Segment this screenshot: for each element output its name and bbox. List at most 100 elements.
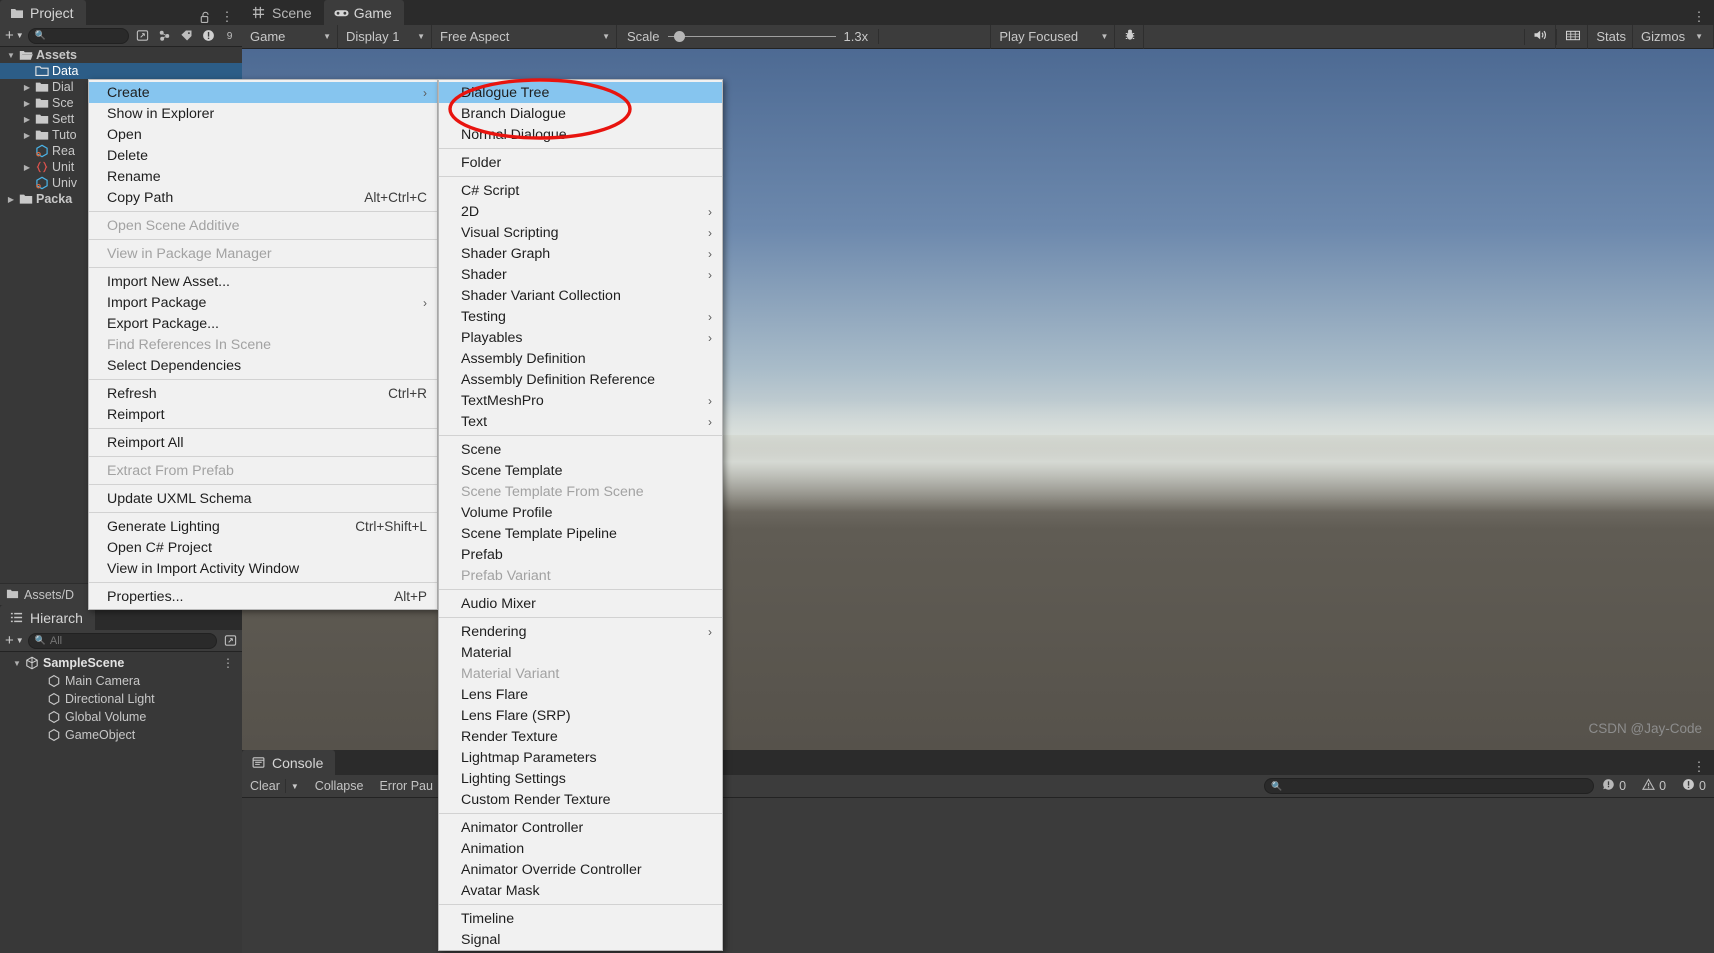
menu-item[interactable]: Normal Dialogue [439, 124, 722, 145]
menu-item[interactable]: Shader Graph › [439, 243, 722, 264]
menu-item[interactable]: Volume Profile [439, 502, 722, 523]
menu-item[interactable]: Delete [89, 145, 437, 166]
hierarchy-row[interactable]: ▶Main Camera [0, 672, 242, 690]
hierarchy-row[interactable]: ▶Directional Light [0, 690, 242, 708]
menu-item[interactable]: Assembly Definition [439, 348, 722, 369]
project-tree-row[interactable]: ▼ Assets [0, 47, 242, 63]
menu-item[interactable]: Avatar Mask [439, 880, 722, 901]
collapse-button[interactable]: Collapse [307, 775, 372, 798]
error-count[interactable]: 0 [1674, 775, 1714, 798]
warning-count[interactable]: 0 [1634, 775, 1674, 798]
menu-item[interactable]: Open [89, 124, 437, 145]
scale-slider[interactable] [667, 30, 836, 44]
debug-button[interactable] [1115, 24, 1145, 49]
play-mode-dropdown[interactable]: Play Focused ▼ [990, 24, 1116, 49]
menu-item[interactable]: Text › [439, 411, 722, 432]
menu-item[interactable]: Shader Variant Collection [439, 285, 722, 306]
target-display-dropdown[interactable]: Game ▼ [242, 24, 338, 49]
menu-item[interactable]: Playables › [439, 327, 722, 348]
chevron-right-icon[interactable]: ▶ [4, 195, 18, 204]
scale-control[interactable]: Scale 1.3x [617, 29, 880, 44]
menu-item[interactable]: View in Import Activity Window [89, 558, 437, 579]
mute-audio-button[interactable] [1525, 24, 1557, 49]
hierarchy-row[interactable]: ▼ SampleScene ⋮ [0, 654, 242, 672]
menu-item[interactable]: Show in Explorer [89, 103, 437, 124]
menu-item[interactable]: Folder [439, 152, 722, 173]
hierarchy-row[interactable]: ▶Global Volume [0, 708, 242, 726]
hierarchy-row[interactable]: ▶GameObject [0, 726, 242, 744]
menu-item[interactable]: Shader › [439, 264, 722, 285]
menu-item[interactable]: Reimport [89, 404, 437, 425]
menu-item[interactable]: Generate Lighting Ctrl+Shift+L [89, 516, 437, 537]
favorites-icon[interactable] [155, 27, 173, 45]
menu-item[interactable]: Scene [439, 439, 722, 460]
menu-item[interactable]: Scene Template [439, 460, 722, 481]
menu-item[interactable]: Select Dependencies [89, 355, 437, 376]
clear-button[interactable]: Clear ▼ [242, 775, 307, 798]
more-vertical-icon[interactable]: ⋮ [1692, 9, 1706, 25]
display-dropdown[interactable]: Display 1 ▼ [338, 24, 432, 49]
chevron-right-icon[interactable]: ▶ [20, 163, 34, 172]
error-pause-button[interactable]: Error Pau [371, 775, 441, 798]
menu-item[interactable]: Copy Path Alt+Ctrl+C [89, 187, 437, 208]
project-context-menu[interactable]: Create › Show in Explorer Open Delete Rename C… [88, 79, 438, 610]
more-vertical-icon[interactable]: ⋮ [220, 9, 234, 25]
stats-grid-button[interactable] [1557, 24, 1589, 49]
project-search-input[interactable] [49, 29, 122, 42]
menu-item[interactable]: Visual Scripting › [439, 222, 722, 243]
menu-item[interactable]: Dialogue Tree [439, 82, 722, 103]
hierarchy-search-input[interactable] [49, 634, 210, 647]
tab-scene[interactable]: Scene [242, 0, 324, 25]
menu-item[interactable]: Open C# Project [89, 537, 437, 558]
menu-item[interactable]: Custom Render Texture [439, 789, 722, 810]
menu-item[interactable]: Audio Mixer [439, 593, 722, 614]
gizmos-button[interactable]: Gizmos ▼ [1633, 24, 1714, 49]
more-vertical-icon[interactable]: ⋮ [222, 656, 242, 670]
menu-item[interactable]: Assembly Definition Reference [439, 369, 722, 390]
search-by-type-icon[interactable] [221, 632, 239, 650]
menu-item[interactable]: Lens Flare (SRP) [439, 705, 722, 726]
search-by-type-icon[interactable] [133, 27, 151, 45]
create-asset-button[interactable]: + ▼ [3, 27, 24, 44]
chevron-right-icon[interactable]: ▶ [20, 99, 34, 108]
lock-open-icon[interactable] [198, 9, 212, 25]
tab-project[interactable]: Project [0, 0, 86, 25]
menu-item[interactable]: Refresh Ctrl+R [89, 383, 437, 404]
menu-item[interactable]: Import Package › [89, 292, 437, 313]
create-gameobject-button[interactable]: + ▼ [3, 632, 24, 649]
hidden-icon[interactable]: 9 [221, 27, 239, 45]
tab-console[interactable]: Console [242, 750, 336, 775]
log-count[interactable]: 0 [1594, 775, 1634, 798]
project-search-box[interactable]: 🔍 [27, 27, 129, 44]
info-icon[interactable] [199, 27, 217, 45]
menu-item[interactable]: Branch Dialogue [439, 103, 722, 124]
stats-button[interactable]: Stats [1588, 24, 1634, 49]
chevron-right-icon[interactable]: ▶ [20, 131, 34, 140]
menu-item[interactable]: Material [439, 642, 722, 663]
menu-item[interactable]: Create › [89, 82, 437, 103]
menu-item[interactable]: 2D › [439, 201, 722, 222]
menu-item[interactable]: Scene Template Pipeline [439, 523, 722, 544]
console-search-box[interactable]: 🔍 [1264, 778, 1595, 794]
menu-item[interactable]: Reimport All [89, 432, 437, 453]
tab-game[interactable]: Game [323, 0, 404, 25]
menu-item[interactable]: Animation [439, 838, 722, 859]
menu-item[interactable]: Lighting Settings [439, 768, 722, 789]
chevron-down-icon[interactable]: ▼ [10, 659, 24, 668]
menu-item[interactable]: TextMeshPro › [439, 390, 722, 411]
aspect-dropdown[interactable]: Free Aspect ▼ [432, 24, 617, 49]
more-vertical-icon[interactable]: ⋮ [1692, 759, 1706, 775]
menu-item[interactable]: Animator Controller [439, 817, 722, 838]
menu-item[interactable]: Render Texture [439, 726, 722, 747]
menu-item[interactable]: Lens Flare [439, 684, 722, 705]
menu-item[interactable]: Lightmap Parameters [439, 747, 722, 768]
tab-hierarchy[interactable]: Hierarch [0, 605, 95, 630]
console-search-input[interactable] [1282, 780, 1588, 792]
slider-knob[interactable] [673, 31, 685, 42]
menu-item[interactable]: C# Script [439, 180, 722, 201]
menu-item[interactable]: Rendering › [439, 621, 722, 642]
menu-item[interactable]: Import New Asset... [89, 271, 437, 292]
menu-item[interactable]: Signal [439, 929, 722, 950]
menu-item[interactable]: Update UXML Schema [89, 488, 437, 509]
project-tree-row[interactable]: ▶Data [0, 63, 242, 79]
